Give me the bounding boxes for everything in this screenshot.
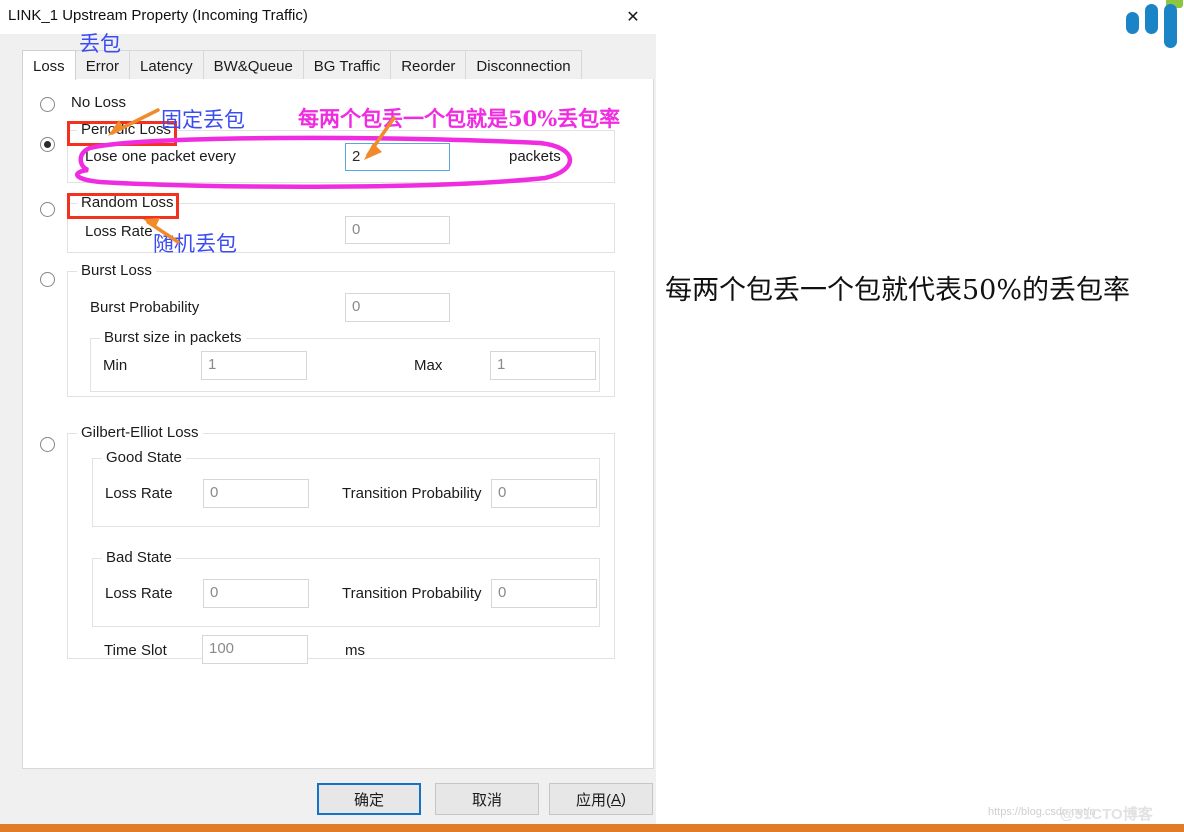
group-title-gilbert-elliot-loss: Gilbert-Elliot Loss	[77, 424, 203, 441]
site-logo	[1126, 0, 1183, 48]
group-periodic-loss: Periodic Loss Lose one packet every 2 pa…	[67, 121, 615, 183]
group-title-periodic-loss: Periodic Loss	[77, 121, 176, 138]
group-random-loss: Random Loss Loss Rate 0	[67, 194, 615, 253]
radio-burst-loss[interactable]	[40, 272, 55, 287]
group-title-bad-state: Bad State	[102, 549, 176, 566]
group-title-burst-loss: Burst Loss	[77, 262, 156, 279]
label-good-transition-probability: Transition Probability	[342, 485, 482, 502]
input-bad-loss-rate[interactable]: 0	[203, 579, 309, 608]
tab-disconnection[interactable]: Disconnection	[465, 50, 582, 80]
tab-strip-filler	[580, 50, 654, 80]
group-title-random-loss: Random Loss	[77, 194, 178, 211]
apply-button[interactable]: 应用(A)	[549, 783, 653, 815]
label-burst-min: Min	[103, 357, 128, 374]
ok-button[interactable]: 确定	[317, 783, 421, 815]
input-time-slot[interactable]: 100	[202, 635, 308, 664]
label-no-loss: No Loss	[71, 94, 127, 111]
dialog-title: LINK_1 Upstream Property (Incoming Traff…	[8, 7, 308, 24]
group-good-state: Good State Loss Rate 0 Transition Probab…	[92, 449, 600, 527]
label-time-slot: Time Slot	[104, 642, 167, 659]
close-icon[interactable]: ✕	[616, 6, 650, 28]
group-bad-state: Bad State Loss Rate 0 Transition Probabi…	[92, 549, 600, 627]
label-loss-rate-random: Loss Rate	[85, 223, 153, 240]
input-periodic-interval[interactable]: 2	[345, 143, 450, 171]
tab-bg-traffic[interactable]: BG Traffic	[302, 50, 392, 80]
loss-tab-panel: No Loss Periodic Loss Lose one packet ev…	[22, 79, 654, 769]
tab-strip: Loss Error Latency BW&Queue BG Traffic R…	[22, 50, 654, 81]
input-good-loss-rate[interactable]: 0	[203, 479, 309, 508]
group-title-good-state: Good State	[102, 449, 186, 466]
label-burst-max: Max	[414, 357, 443, 374]
radio-random-loss[interactable]	[40, 202, 55, 217]
group-burst-loss: Burst Loss Burst Probability 0 Burst siz…	[67, 262, 615, 397]
dialog-footer: 确定 取消 应用(A)	[0, 772, 656, 826]
input-burst-max[interactable]: 1	[490, 351, 596, 380]
input-random-loss-rate[interactable]: 0	[345, 216, 450, 244]
watermark-brand: @51CTO博客	[1060, 806, 1153, 823]
tab-error[interactable]: Error	[74, 50, 131, 80]
label-lose-one-packet-every: Lose one packet every	[85, 148, 236, 165]
apply-label-prefix: 应用(	[575, 791, 611, 809]
label-bad-loss-rate: Loss Rate	[105, 585, 173, 602]
cancel-button[interactable]: 取消	[435, 783, 539, 815]
input-bad-transition-probability[interactable]: 0	[491, 579, 597, 608]
radio-periodic-loss[interactable]	[40, 137, 55, 152]
tab-loss[interactable]: Loss	[22, 50, 76, 80]
label-packets-unit: packets	[509, 148, 561, 165]
radio-gilbert-elliot-loss[interactable]	[40, 437, 55, 452]
label-bad-transition-probability: Transition Probability	[342, 585, 482, 602]
label-good-loss-rate: Loss Rate	[105, 485, 173, 502]
input-good-transition-probability[interactable]: 0	[491, 479, 597, 508]
property-dialog: LINK_1 Upstream Property (Incoming Traff…	[0, 0, 656, 826]
label-burst-probability: Burst Probability	[90, 299, 200, 316]
right-side-note: 每两个包丢一个包就代表50%的丢包率	[665, 275, 1131, 306]
bottom-accent-bar	[0, 824, 1184, 832]
radio-no-loss[interactable]	[40, 97, 55, 112]
tab-latency[interactable]: Latency	[129, 50, 204, 80]
input-burst-min[interactable]: 1	[201, 351, 307, 380]
group-gilbert-elliot-loss: Gilbert-Elliot Loss Good State Loss Rate…	[67, 424, 615, 664]
tab-reorder[interactable]: Reorder	[390, 50, 467, 80]
group-title-burst-size: Burst size in packets	[100, 329, 246, 346]
input-burst-probability[interactable]: 0	[345, 293, 450, 322]
label-time-slot-unit: ms	[345, 642, 365, 659]
apply-label-suffix: )	[621, 790, 626, 808]
tab-bw-queue[interactable]: BW&Queue	[202, 50, 304, 80]
apply-accesskey: A	[610, 790, 621, 808]
dialog-titlebar: LINK_1 Upstream Property (Incoming Traff…	[0, 0, 656, 34]
group-burst-size: Burst size in packets Min 1 Max 1	[90, 329, 600, 392]
